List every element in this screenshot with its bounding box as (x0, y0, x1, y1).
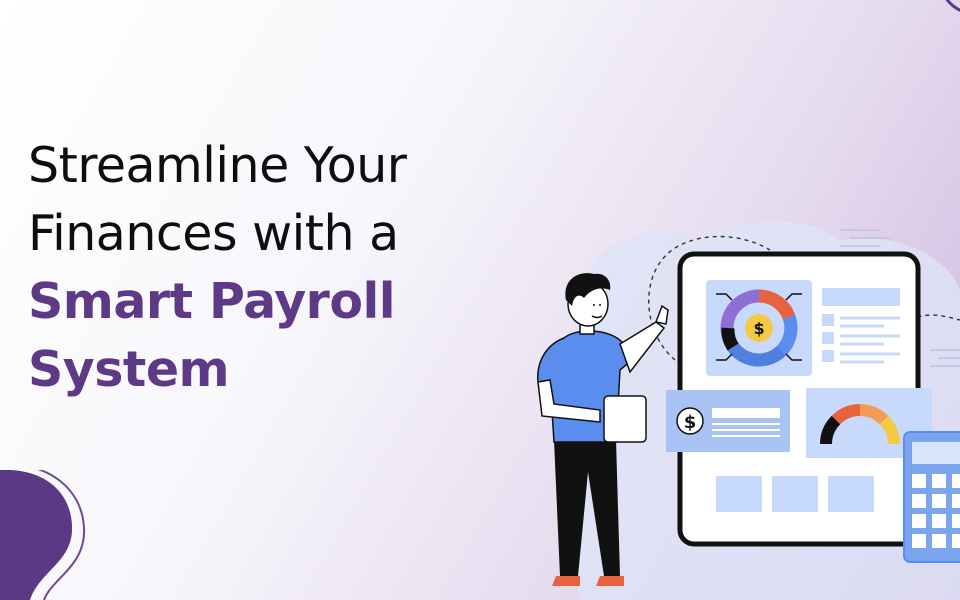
dollar-symbol: $ (753, 319, 764, 338)
payroll-illustration: $ $ (537, 221, 960, 600)
payment-dollar-symbol: $ (684, 412, 697, 433)
bottom-tiles (716, 476, 874, 512)
headline: Streamline Your Finances with a Smart Pa… (28, 132, 407, 404)
headline-highlight-2: System (28, 341, 230, 398)
handheld-tablet (603, 395, 647, 443)
headline-highlight-1: Smart Payroll (28, 273, 396, 330)
decorative-blob (0, 470, 86, 600)
payment-highlight-bar (712, 408, 780, 418)
headline-line-2: Finances with a (28, 205, 399, 262)
calculator (903, 431, 960, 563)
decorative-ring (945, 0, 960, 12)
list-rows (822, 314, 834, 362)
headline-line-1: Streamline Your (28, 137, 407, 194)
list-header-bar (822, 288, 900, 306)
